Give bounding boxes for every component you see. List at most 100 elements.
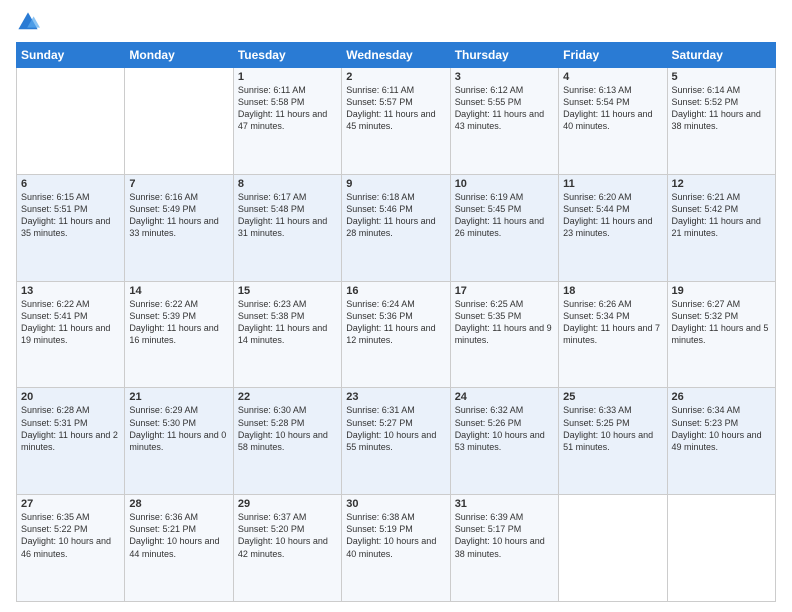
- day-info: Sunrise: 6:31 AM Sunset: 5:27 PM Dayligh…: [346, 404, 445, 453]
- calendar-cell: 4Sunrise: 6:13 AM Sunset: 5:54 PM Daylig…: [559, 68, 667, 175]
- calendar-cell: 27Sunrise: 6:35 AM Sunset: 5:22 PM Dayli…: [17, 495, 125, 602]
- day-number: 21: [129, 391, 228, 403]
- calendar-cell: 16Sunrise: 6:24 AM Sunset: 5:36 PM Dayli…: [342, 281, 450, 388]
- calendar-cell: 31Sunrise: 6:39 AM Sunset: 5:17 PM Dayli…: [450, 495, 558, 602]
- day-number: 2: [346, 71, 445, 83]
- day-info: Sunrise: 6:22 AM Sunset: 5:41 PM Dayligh…: [21, 298, 120, 347]
- calendar-week-2: 6Sunrise: 6:15 AM Sunset: 5:51 PM Daylig…: [17, 174, 776, 281]
- day-info: Sunrise: 6:11 AM Sunset: 5:58 PM Dayligh…: [238, 84, 337, 133]
- day-number: 1: [238, 71, 337, 83]
- calendar-cell: 30Sunrise: 6:38 AM Sunset: 5:19 PM Dayli…: [342, 495, 450, 602]
- day-number: 19: [672, 285, 771, 297]
- day-info: Sunrise: 6:35 AM Sunset: 5:22 PM Dayligh…: [21, 511, 120, 560]
- day-number: 18: [563, 285, 662, 297]
- calendar-cell: 28Sunrise: 6:36 AM Sunset: 5:21 PM Dayli…: [125, 495, 233, 602]
- weekday-header-thursday: Thursday: [450, 43, 558, 68]
- weekday-header-sunday: Sunday: [17, 43, 125, 68]
- day-info: Sunrise: 6:39 AM Sunset: 5:17 PM Dayligh…: [455, 511, 554, 560]
- day-info: Sunrise: 6:29 AM Sunset: 5:30 PM Dayligh…: [129, 404, 228, 453]
- calendar-cell: [125, 68, 233, 175]
- calendar-cell: 25Sunrise: 6:33 AM Sunset: 5:25 PM Dayli…: [559, 388, 667, 495]
- calendar-cell: 26Sunrise: 6:34 AM Sunset: 5:23 PM Dayli…: [667, 388, 775, 495]
- calendar-cell: 3Sunrise: 6:12 AM Sunset: 5:55 PM Daylig…: [450, 68, 558, 175]
- calendar-cell: 8Sunrise: 6:17 AM Sunset: 5:48 PM Daylig…: [233, 174, 341, 281]
- day-number: 7: [129, 178, 228, 190]
- day-number: 25: [563, 391, 662, 403]
- header: [16, 10, 776, 34]
- calendar-cell: 7Sunrise: 6:16 AM Sunset: 5:49 PM Daylig…: [125, 174, 233, 281]
- calendar-week-3: 13Sunrise: 6:22 AM Sunset: 5:41 PM Dayli…: [17, 281, 776, 388]
- calendar-cell: 5Sunrise: 6:14 AM Sunset: 5:52 PM Daylig…: [667, 68, 775, 175]
- calendar-cell: [17, 68, 125, 175]
- calendar-cell: 14Sunrise: 6:22 AM Sunset: 5:39 PM Dayli…: [125, 281, 233, 388]
- calendar-week-5: 27Sunrise: 6:35 AM Sunset: 5:22 PM Dayli…: [17, 495, 776, 602]
- day-info: Sunrise: 6:36 AM Sunset: 5:21 PM Dayligh…: [129, 511, 228, 560]
- day-number: 31: [455, 498, 554, 510]
- day-number: 28: [129, 498, 228, 510]
- calendar-cell: 15Sunrise: 6:23 AM Sunset: 5:38 PM Dayli…: [233, 281, 341, 388]
- calendar-cell: 6Sunrise: 6:15 AM Sunset: 5:51 PM Daylig…: [17, 174, 125, 281]
- logo-icon: [16, 10, 40, 34]
- calendar-cell: 20Sunrise: 6:28 AM Sunset: 5:31 PM Dayli…: [17, 388, 125, 495]
- calendar-cell: 1Sunrise: 6:11 AM Sunset: 5:58 PM Daylig…: [233, 68, 341, 175]
- weekday-header-wednesday: Wednesday: [342, 43, 450, 68]
- day-number: 17: [455, 285, 554, 297]
- calendar-cell: 9Sunrise: 6:18 AM Sunset: 5:46 PM Daylig…: [342, 174, 450, 281]
- day-info: Sunrise: 6:15 AM Sunset: 5:51 PM Dayligh…: [21, 191, 120, 240]
- day-number: 5: [672, 71, 771, 83]
- day-info: Sunrise: 6:14 AM Sunset: 5:52 PM Dayligh…: [672, 84, 771, 133]
- day-info: Sunrise: 6:22 AM Sunset: 5:39 PM Dayligh…: [129, 298, 228, 347]
- day-number: 12: [672, 178, 771, 190]
- day-info: Sunrise: 6:27 AM Sunset: 5:32 PM Dayligh…: [672, 298, 771, 347]
- day-info: Sunrise: 6:20 AM Sunset: 5:44 PM Dayligh…: [563, 191, 662, 240]
- calendar-cell: 17Sunrise: 6:25 AM Sunset: 5:35 PM Dayli…: [450, 281, 558, 388]
- calendar-cell: 23Sunrise: 6:31 AM Sunset: 5:27 PM Dayli…: [342, 388, 450, 495]
- day-info: Sunrise: 6:11 AM Sunset: 5:57 PM Dayligh…: [346, 84, 445, 133]
- calendar-cell: 29Sunrise: 6:37 AM Sunset: 5:20 PM Dayli…: [233, 495, 341, 602]
- calendar-cell: 11Sunrise: 6:20 AM Sunset: 5:44 PM Dayli…: [559, 174, 667, 281]
- day-number: 23: [346, 391, 445, 403]
- page: SundayMondayTuesdayWednesdayThursdayFrid…: [0, 0, 792, 612]
- day-number: 8: [238, 178, 337, 190]
- weekday-header-tuesday: Tuesday: [233, 43, 341, 68]
- day-number: 22: [238, 391, 337, 403]
- calendar-cell: 22Sunrise: 6:30 AM Sunset: 5:28 PM Dayli…: [233, 388, 341, 495]
- day-number: 15: [238, 285, 337, 297]
- calendar-week-1: 1Sunrise: 6:11 AM Sunset: 5:58 PM Daylig…: [17, 68, 776, 175]
- weekday-header-saturday: Saturday: [667, 43, 775, 68]
- day-info: Sunrise: 6:12 AM Sunset: 5:55 PM Dayligh…: [455, 84, 554, 133]
- calendar-table: SundayMondayTuesdayWednesdayThursdayFrid…: [16, 42, 776, 602]
- day-info: Sunrise: 6:28 AM Sunset: 5:31 PM Dayligh…: [21, 404, 120, 453]
- day-info: Sunrise: 6:17 AM Sunset: 5:48 PM Dayligh…: [238, 191, 337, 240]
- day-number: 27: [21, 498, 120, 510]
- day-info: Sunrise: 6:21 AM Sunset: 5:42 PM Dayligh…: [672, 191, 771, 240]
- day-number: 14: [129, 285, 228, 297]
- weekday-header-monday: Monday: [125, 43, 233, 68]
- day-number: 20: [21, 391, 120, 403]
- day-number: 26: [672, 391, 771, 403]
- calendar-header: SundayMondayTuesdayWednesdayThursdayFrid…: [17, 43, 776, 68]
- calendar-cell: 19Sunrise: 6:27 AM Sunset: 5:32 PM Dayli…: [667, 281, 775, 388]
- day-info: Sunrise: 6:16 AM Sunset: 5:49 PM Dayligh…: [129, 191, 228, 240]
- calendar-cell: 13Sunrise: 6:22 AM Sunset: 5:41 PM Dayli…: [17, 281, 125, 388]
- day-info: Sunrise: 6:19 AM Sunset: 5:45 PM Dayligh…: [455, 191, 554, 240]
- weekday-header-friday: Friday: [559, 43, 667, 68]
- day-info: Sunrise: 6:32 AM Sunset: 5:26 PM Dayligh…: [455, 404, 554, 453]
- day-number: 10: [455, 178, 554, 190]
- day-info: Sunrise: 6:18 AM Sunset: 5:46 PM Dayligh…: [346, 191, 445, 240]
- day-number: 13: [21, 285, 120, 297]
- calendar-cell: [559, 495, 667, 602]
- calendar-cell: 21Sunrise: 6:29 AM Sunset: 5:30 PM Dayli…: [125, 388, 233, 495]
- day-number: 29: [238, 498, 337, 510]
- day-info: Sunrise: 6:38 AM Sunset: 5:19 PM Dayligh…: [346, 511, 445, 560]
- day-number: 6: [21, 178, 120, 190]
- day-info: Sunrise: 6:13 AM Sunset: 5:54 PM Dayligh…: [563, 84, 662, 133]
- day-info: Sunrise: 6:23 AM Sunset: 5:38 PM Dayligh…: [238, 298, 337, 347]
- day-info: Sunrise: 6:25 AM Sunset: 5:35 PM Dayligh…: [455, 298, 554, 347]
- day-number: 24: [455, 391, 554, 403]
- day-number: 16: [346, 285, 445, 297]
- calendar-cell: 10Sunrise: 6:19 AM Sunset: 5:45 PM Dayli…: [450, 174, 558, 281]
- day-number: 4: [563, 71, 662, 83]
- day-number: 11: [563, 178, 662, 190]
- calendar-cell: 2Sunrise: 6:11 AM Sunset: 5:57 PM Daylig…: [342, 68, 450, 175]
